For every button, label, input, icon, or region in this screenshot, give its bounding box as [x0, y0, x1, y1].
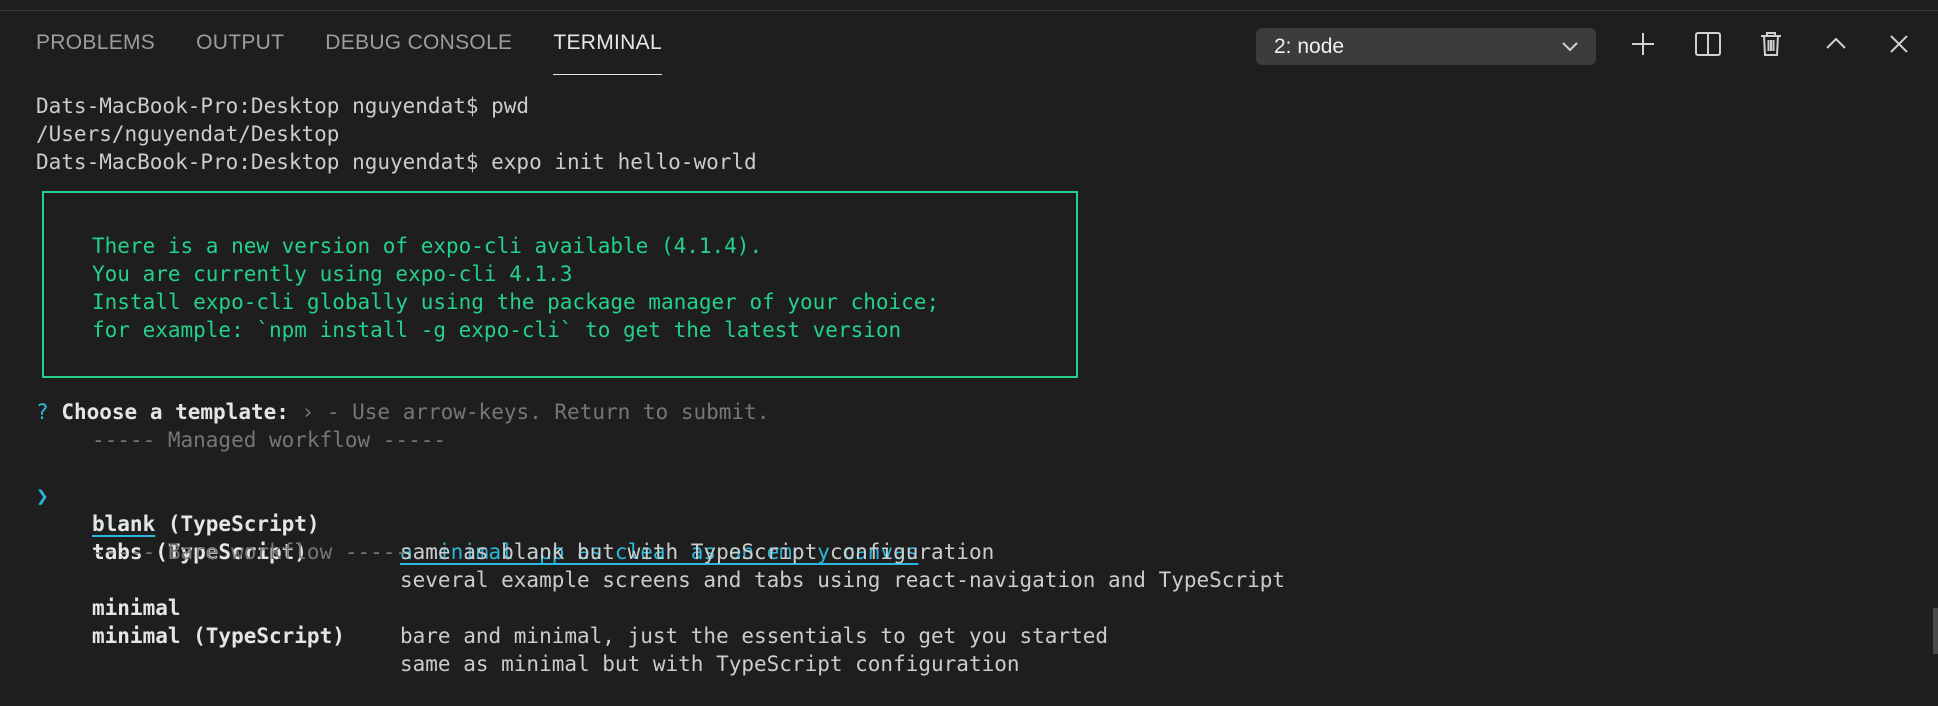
tab-terminal[interactable]: TERMINAL — [553, 11, 662, 75]
split-terminal-button[interactable] — [1691, 29, 1725, 63]
terminal-line: /Users/nguyendat/Desktop — [36, 122, 340, 146]
chevron-down-icon — [1560, 36, 1580, 56]
maximize-panel-button[interactable] — [1819, 29, 1853, 63]
plus-icon — [1629, 30, 1657, 63]
bare-workflow-header: ----- Bare workflow ----- — [92, 540, 409, 564]
tab-debug-console[interactable]: DEBUG CONSOLE — [325, 11, 512, 75]
chevron-up-icon — [1824, 32, 1848, 61]
template-option-blank[interactable]: ❯ blank a minimal app as clean as an emp… — [36, 454, 1236, 564]
template-option-blank-typescript[interactable]: blank (TypeScript) same as blank but wit… — [36, 482, 1236, 564]
terminal-line: Dats-MacBook-Pro:Desktop nguyendat$ expo… — [36, 150, 757, 174]
close-icon — [1887, 32, 1911, 61]
template-option-minimal-typescript[interactable]: minimal (TypeScript) same as minimal but… — [36, 594, 1236, 676]
tab-output[interactable]: OUTPUT — [196, 11, 284, 75]
template-option-minimal[interactable]: minimal bare and minimal, just the essen… — [36, 566, 1236, 648]
template-description: same as minimal but with TypeScript conf… — [400, 652, 1020, 676]
template-name: minimal (TypeScript) — [92, 624, 345, 648]
notice-line: for example: `npm install -g expo-cli` t… — [92, 318, 902, 342]
template-description: same as blank but with TypeScript config… — [400, 540, 995, 564]
managed-workflow-header: ----- Managed workflow ----- — [92, 428, 447, 452]
prompt-question: Choose a template: — [61, 400, 289, 424]
terminal-instance-select[interactable]: 2: node — [1256, 28, 1596, 65]
trash-icon — [1757, 30, 1785, 63]
template-prompt: ? Choose a template: › - Use arrow-keys.… — [36, 398, 769, 426]
notice-line: There is a new version of expo-cli avail… — [92, 234, 763, 258]
terminal-select-value: 2: node — [1274, 34, 1345, 58]
terminal-scrollbar[interactable] — [1933, 608, 1938, 654]
new-terminal-button[interactable] — [1626, 29, 1660, 63]
prompt-hint: › - Use arrow-keys. Return to submit. — [301, 400, 770, 424]
tab-problems[interactable]: PROBLEMS — [36, 11, 155, 75]
panel-header: PROBLEMS OUTPUT DEBUG CONSOLE TERMINAL 2… — [0, 11, 1938, 75]
kill-terminal-button[interactable] — [1754, 29, 1788, 63]
template-option-tabs-typescript[interactable]: tabs (TypeScript) several example screen… — [36, 510, 1436, 592]
split-icon — [1694, 30, 1722, 63]
panel-tabs: PROBLEMS OUTPUT DEBUG CONSOLE TERMINAL — [36, 11, 703, 75]
close-panel-button[interactable] — [1882, 29, 1916, 63]
notice-line: You are currently using expo-cli 4.1.3 — [92, 262, 573, 286]
prompt-qmark: ? — [36, 400, 49, 424]
template-description: bare and minimal, just the essentials to… — [400, 624, 1109, 648]
notice-line: Install expo-cli globally using the pack… — [92, 290, 940, 314]
terminal-line: Dats-MacBook-Pro:Desktop nguyendat$ pwd — [36, 94, 530, 118]
